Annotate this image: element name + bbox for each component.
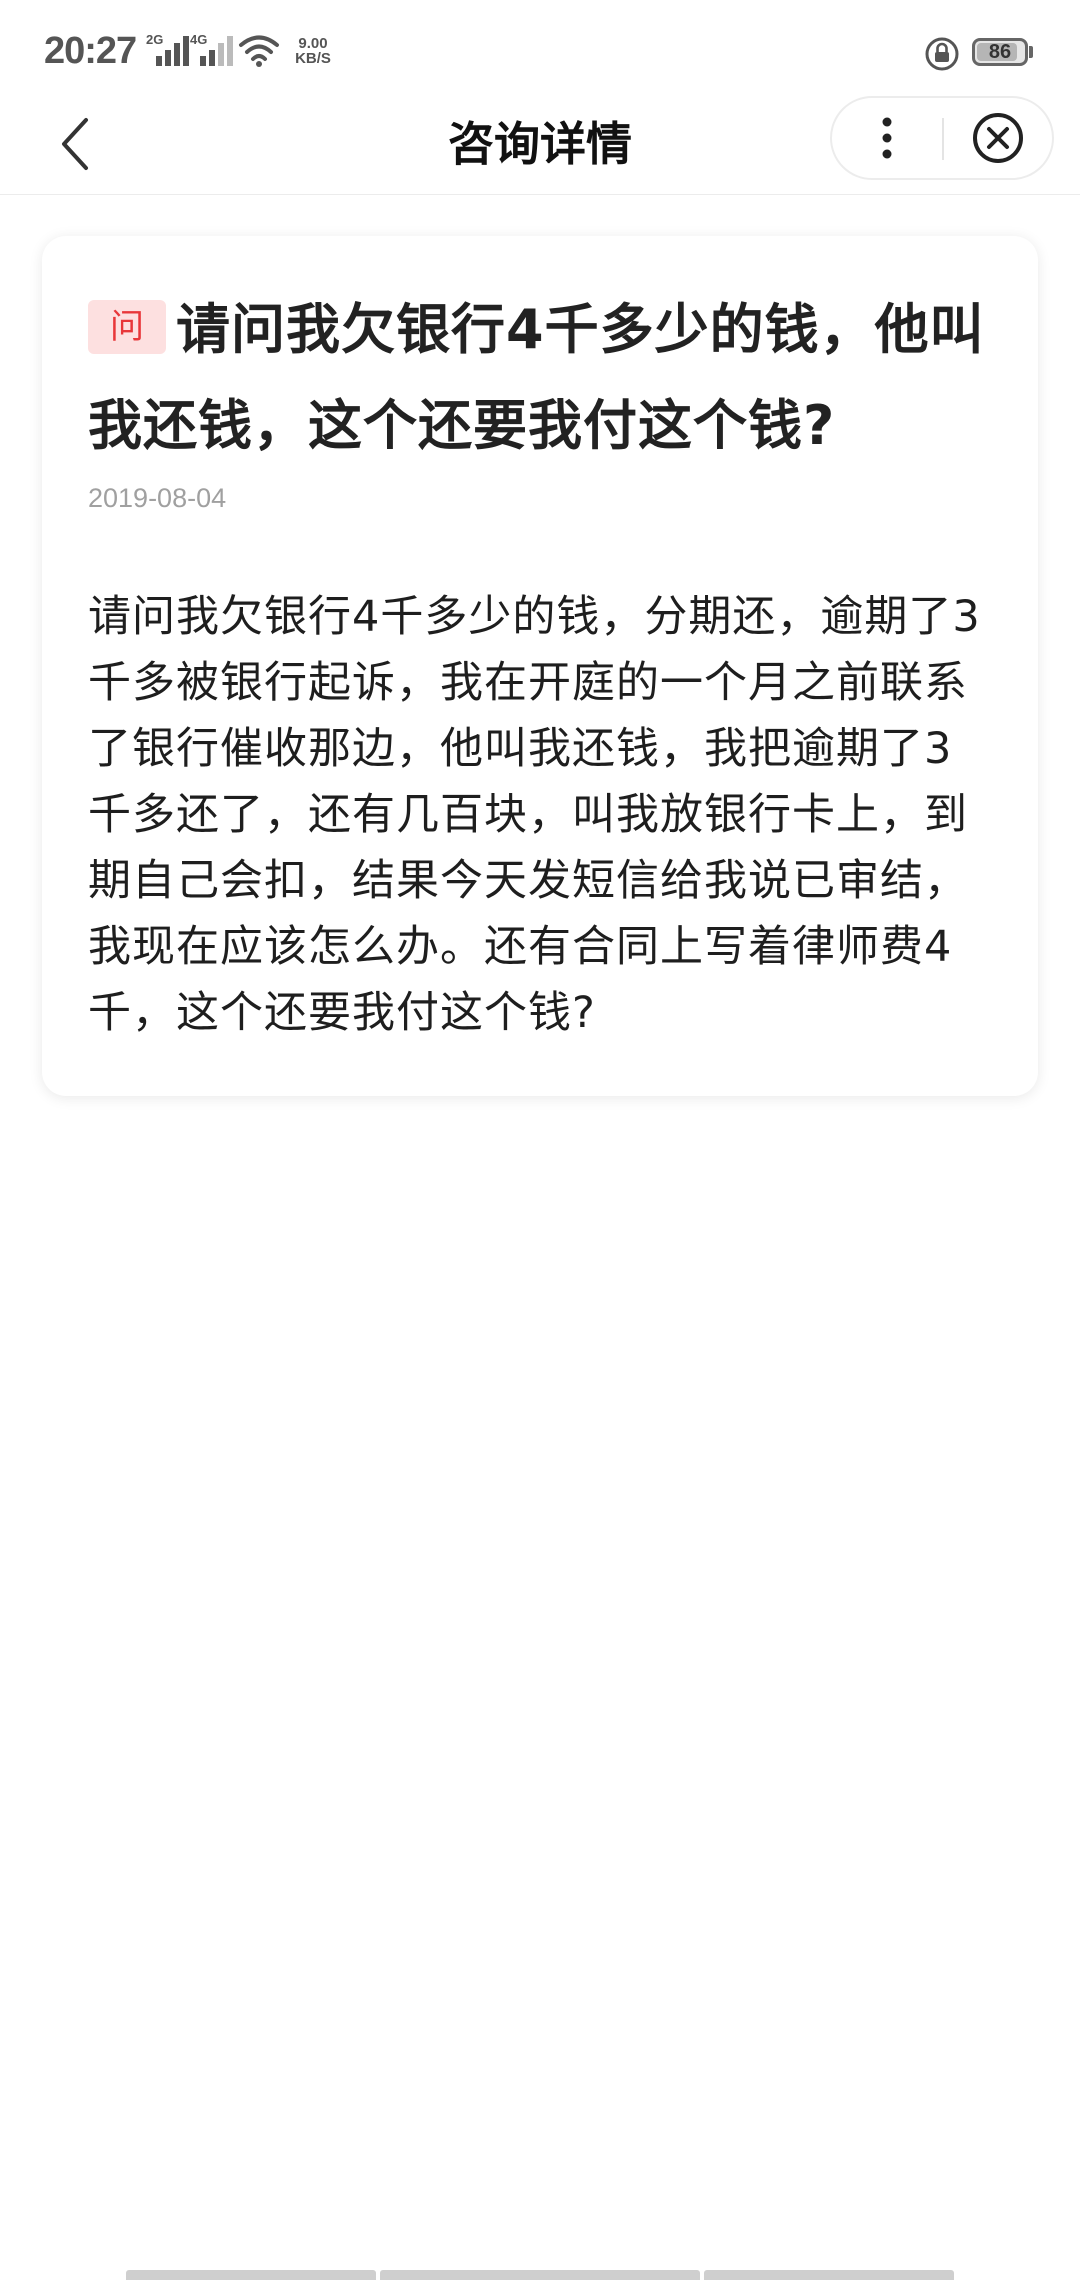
bottom-indicator <box>704 2270 954 2280</box>
more-button[interactable] <box>832 98 942 178</box>
nav-bar: 咨询详情 <box>0 96 1080 195</box>
question-badge: 问 <box>88 300 166 354</box>
speed-value: 9.00 <box>298 35 328 52</box>
network-speed: 9.00 KB/S <box>288 36 338 66</box>
battery-tip <box>1029 46 1033 58</box>
close-circle-icon <box>973 113 1023 163</box>
speed-unit: KB/S <box>295 50 331 67</box>
status-time: 20:27 <box>44 30 137 72</box>
mini-program-capsule <box>830 96 1054 180</box>
question-card: 问请问我欠银行4千多少的钱，他叫我还钱，这个还要我付这个钱? 2019-08-0… <box>42 236 1038 1096</box>
battery-indicator: 86 <box>972 38 1028 66</box>
question-title: 问请问我欠银行4千多少的钱，他叫我还钱，这个还要我付这个钱? <box>88 282 992 474</box>
question-title-text: 请问我欠银行4千多少的钱，他叫我还钱，这个还要我付这个钱? <box>88 298 985 457</box>
status-bar: 20:27 2G 4G 9.00 KB/S 86 <box>0 0 1080 96</box>
bottom-indicator <box>126 2270 376 2280</box>
signal-4g-icon: 4G <box>190 32 242 70</box>
more-vertical-icon <box>882 117 892 159</box>
question-body: 请问我欠银行4千多少的钱，分期还，逾期了3千多被银行起诉，我在开庭的一个月之前联… <box>88 592 981 1038</box>
rotation-lock-icon <box>925 37 959 71</box>
question-date: 2019-08-04 <box>88 483 227 513</box>
bottom-indicator <box>380 2270 700 2280</box>
battery-level-text: 86 <box>988 41 1012 63</box>
close-button[interactable] <box>944 98 1052 178</box>
wifi-icon <box>239 35 279 67</box>
